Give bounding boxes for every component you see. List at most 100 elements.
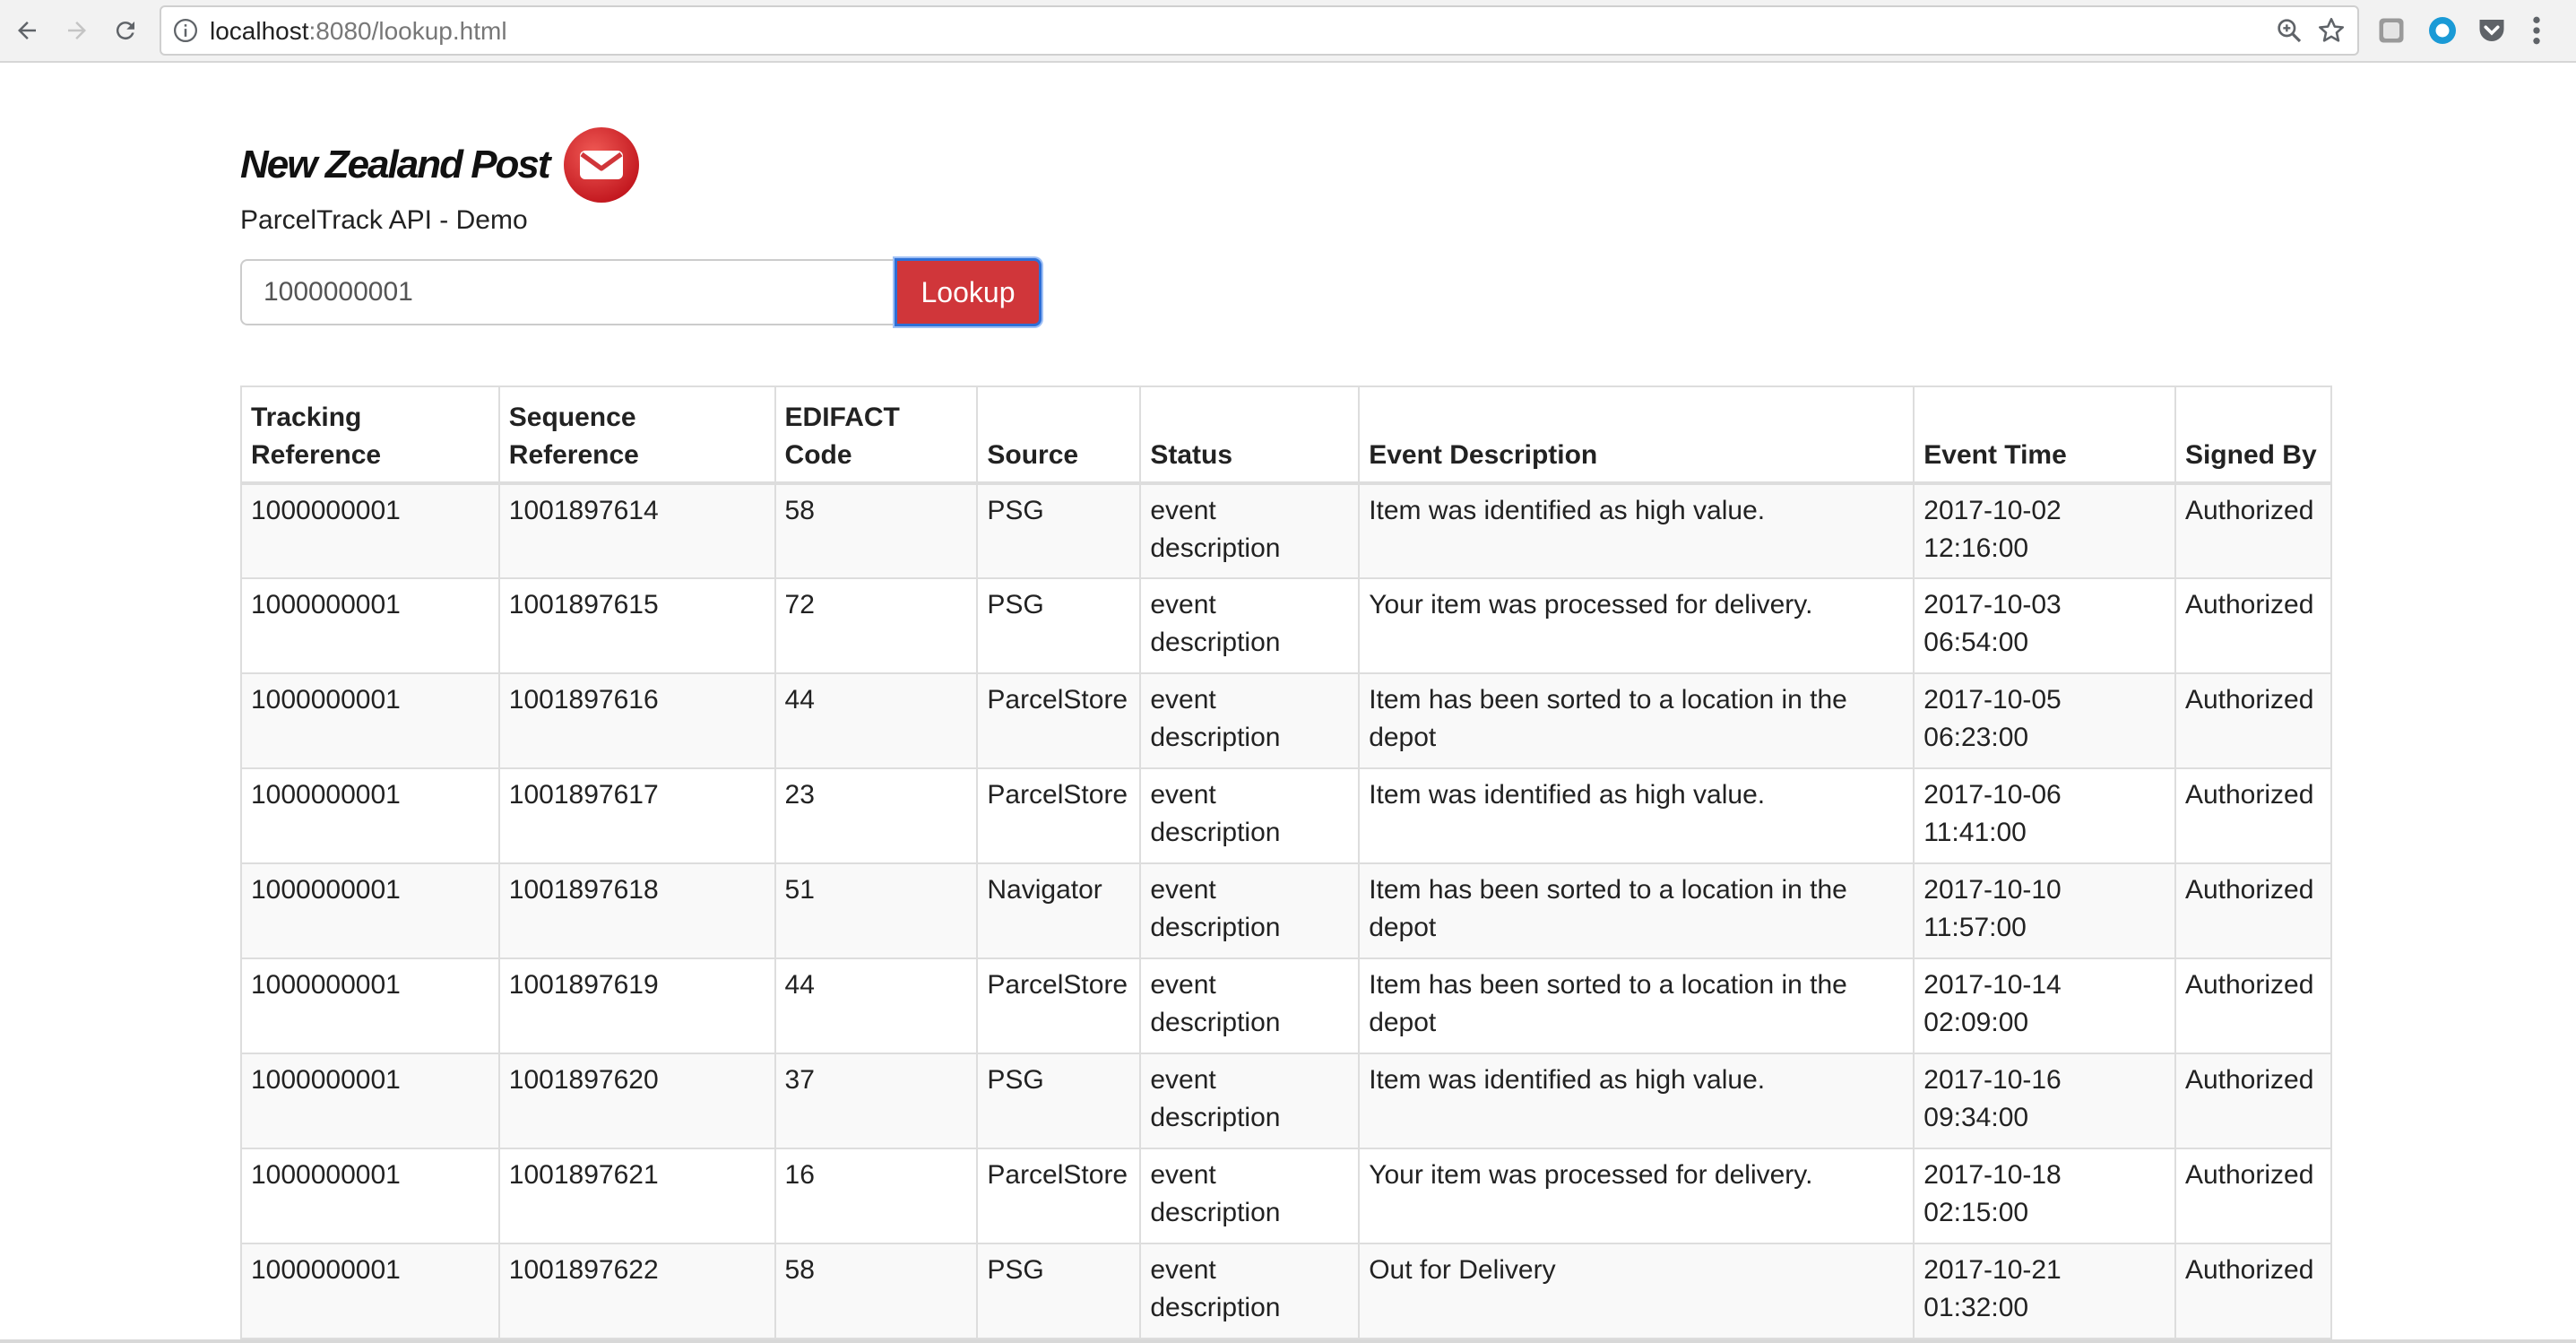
logo-text: New Zealand Post <box>240 143 551 186</box>
cell-event-time: 2017-10-14 02:09:00 <box>1913 957 2176 1054</box>
bookmark-star-icon[interactable] <box>2316 15 2347 46</box>
cell-event-description: Item was identified as high value. <box>1358 1053 1915 1149</box>
cell-status: event description <box>1139 1148 1361 1244</box>
cell-source: PSG <box>976 577 1142 674</box>
reload-icon[interactable] <box>108 13 143 48</box>
zoom-icon[interactable] <box>2275 16 2304 45</box>
table-row: 1000000001 1001897616 44 ParcelStore event d… <box>240 672 2333 769</box>
cell-signed-by: Authorized <box>2174 1243 2333 1339</box>
cell-status: event description <box>1139 957 1361 1054</box>
url-text: localhost:8080/lookup.html <box>210 17 507 46</box>
cell-source: Navigator <box>976 862 1142 959</box>
cell-event-time: 2017-10-02 12:16:00 <box>1913 482 2176 579</box>
cell-signed-by: Authorized <box>2174 577 2333 674</box>
cell-event-description: Item was identified as high value. <box>1358 482 1915 579</box>
menu-dots-icon[interactable] <box>2529 13 2544 48</box>
cell-tracking-reference: 1000000001 <box>240 577 500 674</box>
pocket-icon[interactable] <box>2476 14 2508 47</box>
table-header-row: Tracking Reference Sequence Reference EDIF… <box>240 386 2333 484</box>
cell-edifact-code: 51 <box>774 862 979 959</box>
cell-edifact-code: 72 <box>774 577 979 674</box>
cell-edifact-code: 58 <box>774 1243 979 1339</box>
nz-post-logo: New Zealand Post <box>240 122 641 208</box>
cell-sequence-reference: 1001897615 <box>497 577 776 674</box>
browser-toolbar: localhost:8080/lookup.html <box>0 0 2576 63</box>
cell-sequence-reference: 1001897614 <box>497 482 776 579</box>
cell-sequence-reference: 1001897619 <box>497 957 776 1054</box>
cell-edifact-code: 44 <box>774 957 979 1054</box>
cell-tracking-reference: 1000000001 <box>240 1148 500 1244</box>
info-icon[interactable] <box>172 17 199 44</box>
cell-event-time: 2017-10-16 09:34:00 <box>1913 1053 2176 1149</box>
table-row: 1000000001 1001897618 51 Navigator event des… <box>240 862 2333 959</box>
cell-signed-by: Authorized <box>2174 1053 2333 1149</box>
cell-source: ParcelStore <box>976 767 1142 864</box>
table-row: 1000000001 1001897617 23 ParcelStore event d… <box>240 767 2333 864</box>
cell-edifact-code: 23 <box>774 767 979 864</box>
table-row: 1000000001 1001897622 58 PSG event descripti… <box>240 1243 2333 1339</box>
cell-status: event description <box>1139 577 1361 674</box>
tracking-number-input[interactable] <box>240 259 896 325</box>
header-sequence-reference[interactable]: Sequence Reference <box>497 386 776 484</box>
table-body: 1000000001 1001897614 58 PSG event descripti… <box>240 482 2333 1339</box>
cell-sequence-reference: 1001897621 <box>497 1148 776 1244</box>
cell-sequence-reference: 1001897620 <box>497 1053 776 1149</box>
lookup-button[interactable]: Lookup <box>895 258 1042 326</box>
cell-sequence-reference: 1001897618 <box>497 862 776 959</box>
header-signed-by[interactable]: Signed By <box>2174 386 2333 484</box>
cell-status: event description <box>1139 1053 1361 1149</box>
cell-edifact-code: 16 <box>774 1148 979 1244</box>
cell-source: PSG <box>976 1053 1142 1149</box>
cell-status: event description <box>1139 767 1361 864</box>
back-arrow-icon[interactable] <box>9 13 45 48</box>
cell-tracking-reference: 1000000001 <box>240 482 500 579</box>
extension-icon[interactable] <box>2375 14 2407 47</box>
cell-event-description: Item has been sorted to a location in th… <box>1358 957 1915 1054</box>
table-row: 1000000001 1001897620 37 PSG event descripti… <box>240 1053 2333 1149</box>
cell-event-time: 2017-10-05 06:23:00 <box>1913 672 2176 769</box>
cell-tracking-reference: 1000000001 <box>240 1053 500 1149</box>
cell-source: PSG <box>976 482 1142 579</box>
cell-tracking-reference: 1000000001 <box>240 862 500 959</box>
cell-event-time: 2017-10-10 11:57:00 <box>1913 862 2176 959</box>
cell-signed-by: Authorized <box>2174 1148 2333 1244</box>
cell-event-description: Item has been sorted to a location in th… <box>1358 672 1915 769</box>
header-status[interactable]: Status <box>1139 386 1361 484</box>
header-edifact-code[interactable]: EDIFACT Code <box>774 386 979 484</box>
cell-status: event description <box>1139 672 1361 769</box>
table-row: 1000000001 1001897619 44 ParcelStore event d… <box>240 957 2333 1054</box>
header-event-time[interactable]: Event Time <box>1913 386 2176 484</box>
table-row: 1000000001 1001897614 58 PSG event descripti… <box>240 482 2333 579</box>
cell-source: ParcelStore <box>976 672 1142 769</box>
circle-extension-icon[interactable] <box>2426 14 2459 47</box>
cell-event-description: Item has been sorted to a location in th… <box>1358 862 1915 959</box>
cell-event-description: Your item was processed for delivery. <box>1358 1148 1915 1244</box>
cell-signed-by: Authorized <box>2174 957 2333 1054</box>
cell-signed-by: Authorized <box>2174 767 2333 864</box>
cell-event-description: Out for Delivery <box>1358 1243 1915 1339</box>
horizontal-scrollbar[interactable] <box>0 1339 2576 1343</box>
forward-arrow-icon[interactable] <box>59 13 95 48</box>
header-source[interactable]: Source <box>976 386 1142 484</box>
envelope-logo-icon <box>563 127 639 203</box>
cell-source: ParcelStore <box>976 1148 1142 1244</box>
cell-status: event description <box>1139 1243 1361 1339</box>
cell-signed-by: Authorized <box>2174 862 2333 959</box>
cell-event-time: 2017-10-18 02:15:00 <box>1913 1148 2176 1244</box>
cell-source: PSG <box>976 1243 1142 1339</box>
table-row: 1000000001 1001897621 16 ParcelStore event d… <box>240 1148 2333 1244</box>
cell-edifact-code: 37 <box>774 1053 979 1149</box>
tracking-events-table: Tracking Reference Sequence Reference EDIF… <box>240 386 2333 1339</box>
header-tracking-reference[interactable]: Tracking Reference <box>240 386 500 484</box>
cell-sequence-reference: 1001897617 <box>497 767 776 864</box>
table-row: 1000000001 1001897615 72 PSG event descripti… <box>240 577 2333 674</box>
cell-event-description: Your item was processed for delivery. <box>1358 577 1915 674</box>
cell-tracking-reference: 1000000001 <box>240 957 500 1054</box>
header-event-description[interactable]: Event Description <box>1358 386 1915 484</box>
cell-source: ParcelStore <box>976 957 1142 1054</box>
cell-sequence-reference: 1001897622 <box>497 1243 776 1339</box>
cell-sequence-reference: 1001897616 <box>497 672 776 769</box>
address-bar[interactable]: localhost:8080/lookup.html <box>160 5 2359 56</box>
cell-tracking-reference: 1000000001 <box>240 672 500 769</box>
cell-status: event description <box>1139 862 1361 959</box>
